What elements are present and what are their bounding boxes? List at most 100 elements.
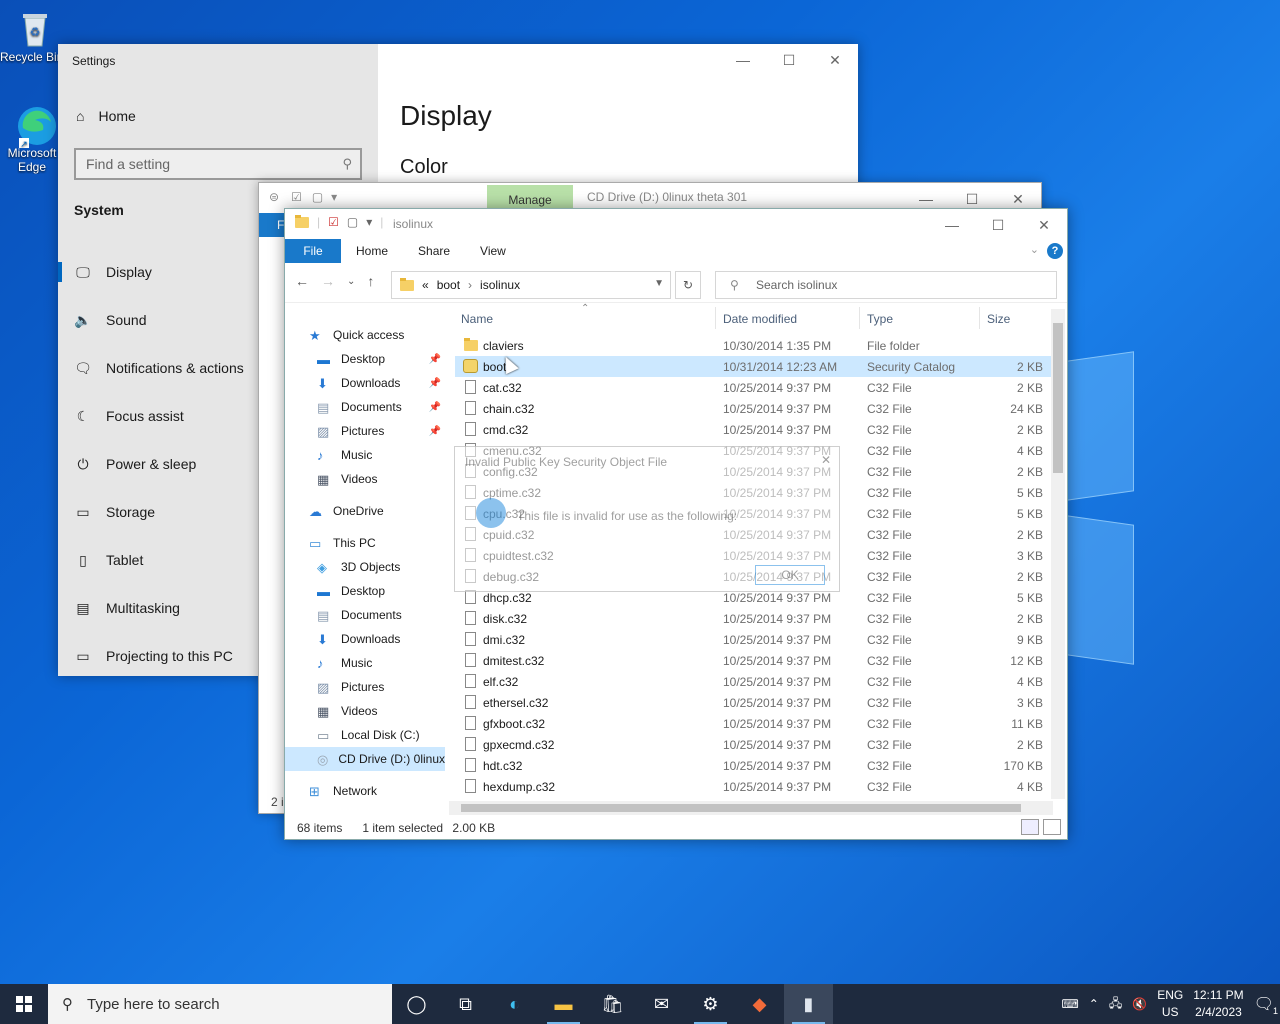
file-explorer-icon[interactable]: ▬	[539, 984, 588, 1024]
volume-muted-icon[interactable]: 🔇	[1132, 997, 1147, 1011]
cortana-icon[interactable]: ◯	[392, 984, 441, 1024]
tab-file[interactable]: File	[285, 239, 341, 263]
tree-item-onedrive[interactable]: ☁ OneDrive	[285, 499, 445, 523]
file-row[interactable]: chain.c32 10/25/2014 9:37 PM C32 File 24 KB	[455, 398, 1051, 419]
file-row[interactable]: ethersel.c32 10/25/2014 9:37 PM C32 File 3 …	[455, 692, 1051, 713]
task-view-icon[interactable]: ⧉	[441, 984, 490, 1024]
tree-item-3d-objects[interactable]: ◈ 3D Objects	[285, 555, 445, 579]
tree-item-desktop[interactable]: ▬ Desktop 📌	[285, 347, 445, 371]
settings-home[interactable]: ⌂ Home	[76, 108, 136, 124]
maximize-button[interactable]: ☐	[766, 44, 812, 76]
keyboard-icon[interactable]: ⌨	[1061, 997, 1078, 1011]
large-icons-view-button[interactable]	[1043, 819, 1061, 835]
chevron-down-icon[interactable]: ⌄	[347, 273, 355, 291]
minimize-button[interactable]: —	[720, 44, 766, 76]
tree-item-documents[interactable]: ▤ Documents 📌	[285, 395, 445, 419]
chevron-down-icon[interactable]: ▼	[654, 278, 664, 289]
file-row[interactable]: dmi.c32 10/25/2014 9:37 PM C32 File 9 KB	[455, 629, 1051, 650]
tree-item-network[interactable]: ⊞ Network	[285, 779, 445, 803]
tree-item-desktop[interactable]: ▬ Desktop	[285, 579, 445, 603]
up-arrow-icon[interactable]: ↑	[367, 273, 374, 291]
file-row[interactable]: boot 10/31/2014 12:23 AM Security Catalog 2…	[455, 356, 1051, 377]
network-icon[interactable]: 🖧	[1109, 994, 1122, 1015]
close-button[interactable]: ✕	[1021, 209, 1067, 241]
file-row[interactable]: gfxboot.c32 10/25/2014 9:37 PM C32 File 11 …	[455, 713, 1051, 734]
tree-item-music[interactable]: ♪ Music	[285, 651, 445, 675]
file-row[interactable]: hexdump.c32 10/25/2014 9:37 PM C32 File 4 K…	[455, 776, 1051, 797]
pin-icon[interactable]: 📌	[429, 354, 441, 365]
clock-date: 2/4/2023	[1195, 1005, 1242, 1019]
paint-icon[interactable]: ◆	[735, 984, 784, 1024]
new-folder-icon[interactable]: ▢	[347, 215, 358, 229]
close-button[interactable]: ✕	[812, 44, 858, 76]
maximize-button[interactable]: ☐	[975, 209, 1021, 241]
tree-item-pictures[interactable]: ▨ Pictures 📌	[285, 419, 445, 443]
vertical-scrollbar[interactable]	[1051, 309, 1065, 799]
tree-item-documents[interactable]: ▤ Documents	[285, 603, 445, 627]
file-row[interactable]: dmitest.c32 10/25/2014 9:37 PM C32 File 12 …	[455, 650, 1051, 671]
breadcrumb-isolinux[interactable]: isolinux	[480, 278, 520, 292]
tree-item-quick-access[interactable]: ★ Quick access	[285, 323, 445, 347]
horizontal-scrollbar[interactable]	[449, 801, 1053, 815]
file-type: File folder	[867, 339, 920, 353]
chevron-down-icon[interactable]: ⌄	[1030, 243, 1039, 256]
refresh-button[interactable]: ↻	[675, 271, 701, 299]
search-input[interactable]: ⚲ Search isolinux	[715, 271, 1057, 299]
edge-icon[interactable]: ◐	[490, 984, 539, 1024]
breadcrumb-overflow[interactable]: «	[422, 278, 429, 292]
tree-item-cd-drive-d-0linux[interactable]: ◎ CD Drive (D:) 0linux	[285, 747, 445, 771]
tree-item-downloads[interactable]: ⬇ Downloads	[285, 627, 445, 651]
column-size[interactable]: Size	[987, 312, 1010, 326]
notepad-icon[interactable]: ▮	[784, 984, 833, 1024]
store-icon[interactable]: 🛍	[588, 984, 637, 1024]
column-date[interactable]: Date modified	[723, 312, 797, 326]
tree-item-this-pc[interactable]: ▭ This PC	[285, 531, 445, 555]
details-view-button[interactable]	[1021, 819, 1039, 835]
file-row[interactable]: hdt.c32 10/25/2014 9:37 PM C32 File 170 KB	[455, 755, 1051, 776]
pin-icon[interactable]: 📌	[429, 426, 441, 437]
tree-item-pictures[interactable]: ▨ Pictures	[285, 675, 445, 699]
chevron-down-icon[interactable]: ▾	[366, 215, 372, 229]
file-row[interactable]: cat.c32 10/25/2014 9:37 PM C32 File 2 KB	[455, 377, 1051, 398]
status-bar: 68 items 1 item selected 2.00 KB	[297, 821, 495, 835]
clock[interactable]: 12:11 PM 2/4/2023	[1193, 987, 1243, 1021]
settings-icon[interactable]: ⚙	[686, 984, 735, 1024]
file-row[interactable]: gpxecmd.c32 10/25/2014 9:37 PM C32 File 2 K…	[455, 734, 1051, 755]
forward-arrow-icon[interactable]: →	[321, 273, 335, 291]
column-type[interactable]: Type	[867, 312, 893, 326]
start-button[interactable]	[0, 984, 48, 1024]
help-icon[interactable]: ?	[1047, 243, 1063, 259]
file-row[interactable]: disk.c32 10/25/2014 9:37 PM C32 File 2 KB	[455, 608, 1051, 629]
file-row[interactable]: cmd.c32 10/25/2014 9:37 PM C32 File 2 KB	[455, 419, 1051, 440]
taskbar-search-box[interactable]: ⚲ Type here to search	[48, 984, 392, 1024]
chevron-up-icon[interactable]: ⌃	[1089, 997, 1099, 1011]
tree-item-local-disk-c-[interactable]: ▭ Local Disk (C:)	[285, 723, 445, 747]
separator: |	[317, 215, 321, 229]
file-row[interactable]: elf.c32 10/25/2014 9:37 PM C32 File 4 KB	[455, 671, 1051, 692]
address-bar[interactable]: « boot › isolinux ▼	[391, 271, 671, 299]
back-arrow-icon[interactable]: ←	[295, 273, 309, 291]
properties-icon[interactable]: ☑	[328, 215, 339, 229]
file-row[interactable]: claviers 10/30/2014 1:35 PM File folder	[455, 335, 1051, 356]
explorer-caption-buttons: — ☐ ✕	[929, 209, 1067, 241]
pin-icon[interactable]: 📌	[429, 402, 441, 413]
tree-item-music[interactable]: ♪ Music	[285, 443, 445, 467]
language-indicator[interactable]: ENG US	[1157, 987, 1183, 1021]
tab-share[interactable]: Share	[403, 244, 465, 258]
breadcrumb-boot[interactable]: boot	[437, 278, 460, 292]
tree-item-videos[interactable]: ▦ Videos	[285, 699, 445, 723]
mail-icon[interactable]: ✉	[637, 984, 686, 1024]
pin-icon[interactable]: 📌	[429, 378, 441, 389]
tab-manage[interactable]: Manage	[487, 185, 573, 209]
close-icon[interactable]: ✕	[821, 453, 831, 467]
file-icon	[465, 632, 476, 646]
notification-center-icon[interactable]: 🗨 1	[1254, 994, 1278, 1016]
minimize-button[interactable]: —	[929, 209, 975, 241]
settings-search-input[interactable]: Find a setting ⚲	[74, 148, 362, 180]
column-name[interactable]: Name	[461, 312, 493, 326]
ok-button[interactable]: OK	[755, 565, 825, 585]
tab-view[interactable]: View	[465, 244, 521, 258]
tree-item-downloads[interactable]: ⬇ Downloads 📌	[285, 371, 445, 395]
tab-home[interactable]: Home	[341, 244, 403, 258]
tree-item-videos[interactable]: ▦ Videos	[285, 467, 445, 491]
